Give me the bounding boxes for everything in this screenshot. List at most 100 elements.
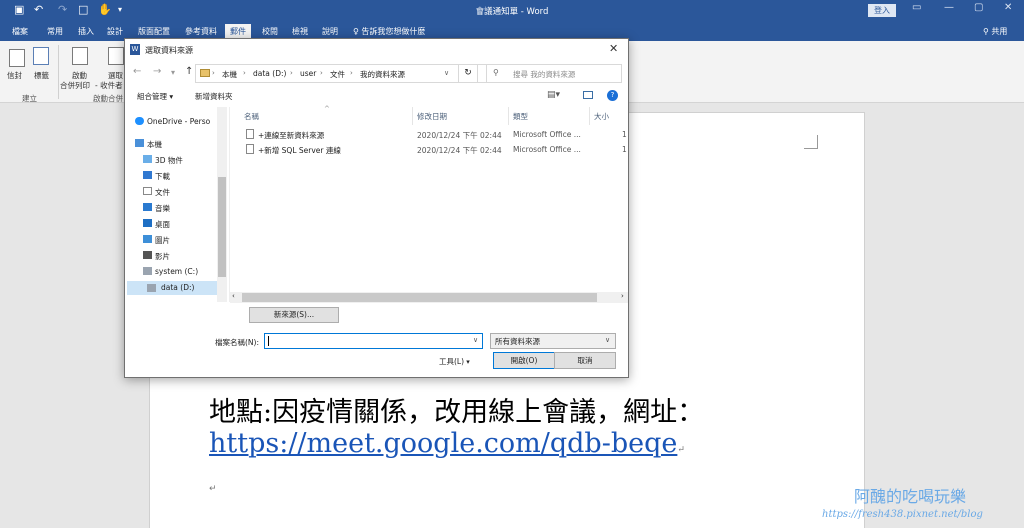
tree-desktop[interactable]: 桌面: [143, 219, 170, 230]
tab-file[interactable]: 檔案: [12, 26, 28, 37]
file-list-horizontal-scrollbar[interactable]: ‹ ›: [230, 292, 628, 303]
envelope-icon[interactable]: [9, 49, 25, 67]
music-icon: [143, 203, 152, 211]
start-merge-icon[interactable]: [72, 47, 88, 65]
tab-home[interactable]: 常用: [47, 26, 63, 37]
dialog-toolbar: 組合管理 ▾ 新增資料夾 ▤▾ ?: [125, 87, 628, 105]
tree-documents[interactable]: 文件: [143, 187, 170, 198]
minimize-icon[interactable]: —: [944, 2, 954, 13]
maximize-icon[interactable]: ▢: [974, 2, 983, 13]
share-label: 共用: [991, 27, 1008, 36]
column-date[interactable]: 修改日期: [417, 111, 447, 122]
meeting-url-link[interactable]: https://meet.google.com/qdb-beqe: [209, 428, 677, 459]
tree-3d-objects[interactable]: 3D 物件: [143, 155, 183, 166]
paragraph-mark: ↵: [677, 445, 685, 455]
tree-videos[interactable]: 影片: [143, 251, 170, 262]
cube-icon: [143, 155, 152, 163]
filename-input[interactable]: ∨: [264, 333, 483, 349]
back-arrow-icon[interactable]: ←: [133, 66, 141, 77]
close-window-icon[interactable]: ✕: [1004, 2, 1012, 13]
cancel-button[interactable]: 取消: [554, 352, 616, 369]
tab-review[interactable]: 校閱: [262, 26, 278, 37]
doc-meeting-link[interactable]: https://meet.google.com/qdb-beqe↵: [209, 428, 685, 459]
tab-layout[interactable]: 版面配置: [138, 26, 170, 37]
tell-me-search[interactable]: ♀ 告訴我您想做什麼: [353, 26, 425, 37]
select-recipients-sub: - 收件者: [95, 81, 123, 90]
preview-pane-icon[interactable]: [583, 91, 593, 99]
ribbon-display-icon[interactable]: ▭: [912, 2, 921, 13]
file-date: 2020/12/24 下午 02:44: [417, 146, 502, 155]
title-bar: ▣ ↶ ↷ □ ✋ ▾ 會議通知單 - Word 登入 ▭ — ▢ ✕: [0, 0, 1024, 22]
search-placeholder: 搜尋 我的資料來源: [513, 70, 576, 79]
new-source-button[interactable]: 新來源(S)...: [249, 307, 339, 323]
help-icon[interactable]: ?: [607, 90, 618, 101]
video-icon: [143, 251, 152, 259]
tab-references[interactable]: 參考資料: [185, 26, 217, 37]
file-row[interactable]: +新增 SQL Server 連線 2020/12/24 下午 02:44 Mi…: [232, 143, 628, 158]
labels-button[interactable]: 標籤: [34, 70, 49, 81]
sign-in-button[interactable]: 登入: [868, 4, 896, 17]
tree-system-c[interactable]: system (C:): [143, 267, 198, 276]
path-segment[interactable]: 我的資料來源: [360, 69, 405, 80]
forward-arrow-icon[interactable]: →: [153, 66, 161, 77]
navigation-pane: OneDrive - Perso 本機 3D 物件 下載 文件 音樂 桌面 圖片…: [127, 107, 230, 302]
tools-menu[interactable]: 工具(L) ▾: [439, 356, 470, 367]
file-row[interactable]: +連線至新資料來源 2020/12/24 下午 02:44 Microsoft …: [232, 128, 628, 143]
folder-icon: [200, 69, 210, 77]
path-segment[interactable]: data (D:): [253, 69, 286, 78]
file-size: 1: [622, 130, 627, 139]
filetype-select[interactable]: 所有資料來源 ∨: [490, 333, 616, 349]
chevron-down-icon: ▾: [464, 358, 470, 366]
doc-location-line[interactable]: 地點:因疫情關係，改用線上會議，網址：: [209, 390, 704, 429]
dialog-close-icon[interactable]: ✕: [609, 42, 618, 55]
share-button[interactable]: ⚲ 共用: [983, 26, 1007, 37]
tree-music[interactable]: 音樂: [143, 203, 170, 214]
drive-icon: [147, 284, 156, 292]
path-segment[interactable]: 本機: [222, 69, 237, 80]
refresh-button[interactable]: ↻: [458, 64, 478, 83]
select-data-source-dialog: W 選取資料來源 ✕ ← → ▾ ↑ › 本機 › data (D:) › us…: [124, 38, 629, 378]
column-size[interactable]: 大小: [594, 111, 609, 122]
recent-locations-icon[interactable]: ▾: [171, 68, 175, 77]
label-icon[interactable]: [33, 47, 49, 65]
tree-data-d[interactable]: data (D:): [127, 281, 219, 295]
drive-icon: [143, 267, 152, 275]
file-name: +新增 SQL Server 連線: [258, 146, 341, 155]
path-segment[interactable]: 文件: [330, 69, 345, 80]
column-type[interactable]: 類型: [513, 111, 528, 122]
group-create-label: 建立: [22, 94, 37, 103]
organize-button[interactable]: 組合管理 ▾: [137, 91, 173, 102]
tab-insert[interactable]: 插入: [78, 26, 94, 37]
open-button[interactable]: 開啟(O): [493, 352, 555, 369]
search-box[interactable]: ⚲ 搜尋 我的資料來源: [486, 64, 622, 83]
new-folder-button[interactable]: 新增資料夾: [195, 91, 233, 102]
scroll-right-icon[interactable]: ›: [621, 292, 624, 300]
margin-corner-mark: [804, 135, 818, 149]
filename-dropdown-icon[interactable]: ∨: [473, 336, 478, 344]
tab-design[interactable]: 設計: [107, 26, 123, 37]
tree-this-pc[interactable]: 本機: [135, 139, 162, 150]
scrollbar-thumb[interactable]: [218, 177, 226, 277]
tree-onedrive[interactable]: OneDrive - Perso: [135, 117, 210, 126]
nav-pane-scrollbar[interactable]: [217, 107, 227, 302]
up-arrow-icon[interactable]: ↑: [185, 66, 193, 77]
path-dropdown-icon[interactable]: ∨: [444, 69, 449, 77]
group-divider: [58, 45, 59, 99]
column-name[interactable]: 名稱: [244, 111, 259, 122]
document-icon: [143, 187, 152, 195]
recipients-icon[interactable]: [108, 47, 124, 65]
group-start-merge-label: 啟動合併: [93, 94, 123, 103]
path-segment[interactable]: user: [300, 69, 316, 78]
file-icon: [246, 129, 254, 139]
start-merge-sub: 合併列印: [60, 81, 90, 90]
scrollbar-thumb[interactable]: [242, 293, 597, 302]
scroll-left-icon[interactable]: ‹: [232, 292, 235, 300]
view-options-icon[interactable]: ▤▾: [547, 90, 560, 100]
tab-view[interactable]: 檢視: [292, 26, 308, 37]
picture-icon: [143, 235, 152, 243]
text-cursor: [268, 336, 269, 346]
tree-downloads[interactable]: 下載: [143, 171, 170, 182]
tree-pictures[interactable]: 圖片: [143, 235, 170, 246]
envelopes-button[interactable]: 信封: [7, 70, 22, 81]
tab-help[interactable]: 說明: [322, 26, 338, 37]
